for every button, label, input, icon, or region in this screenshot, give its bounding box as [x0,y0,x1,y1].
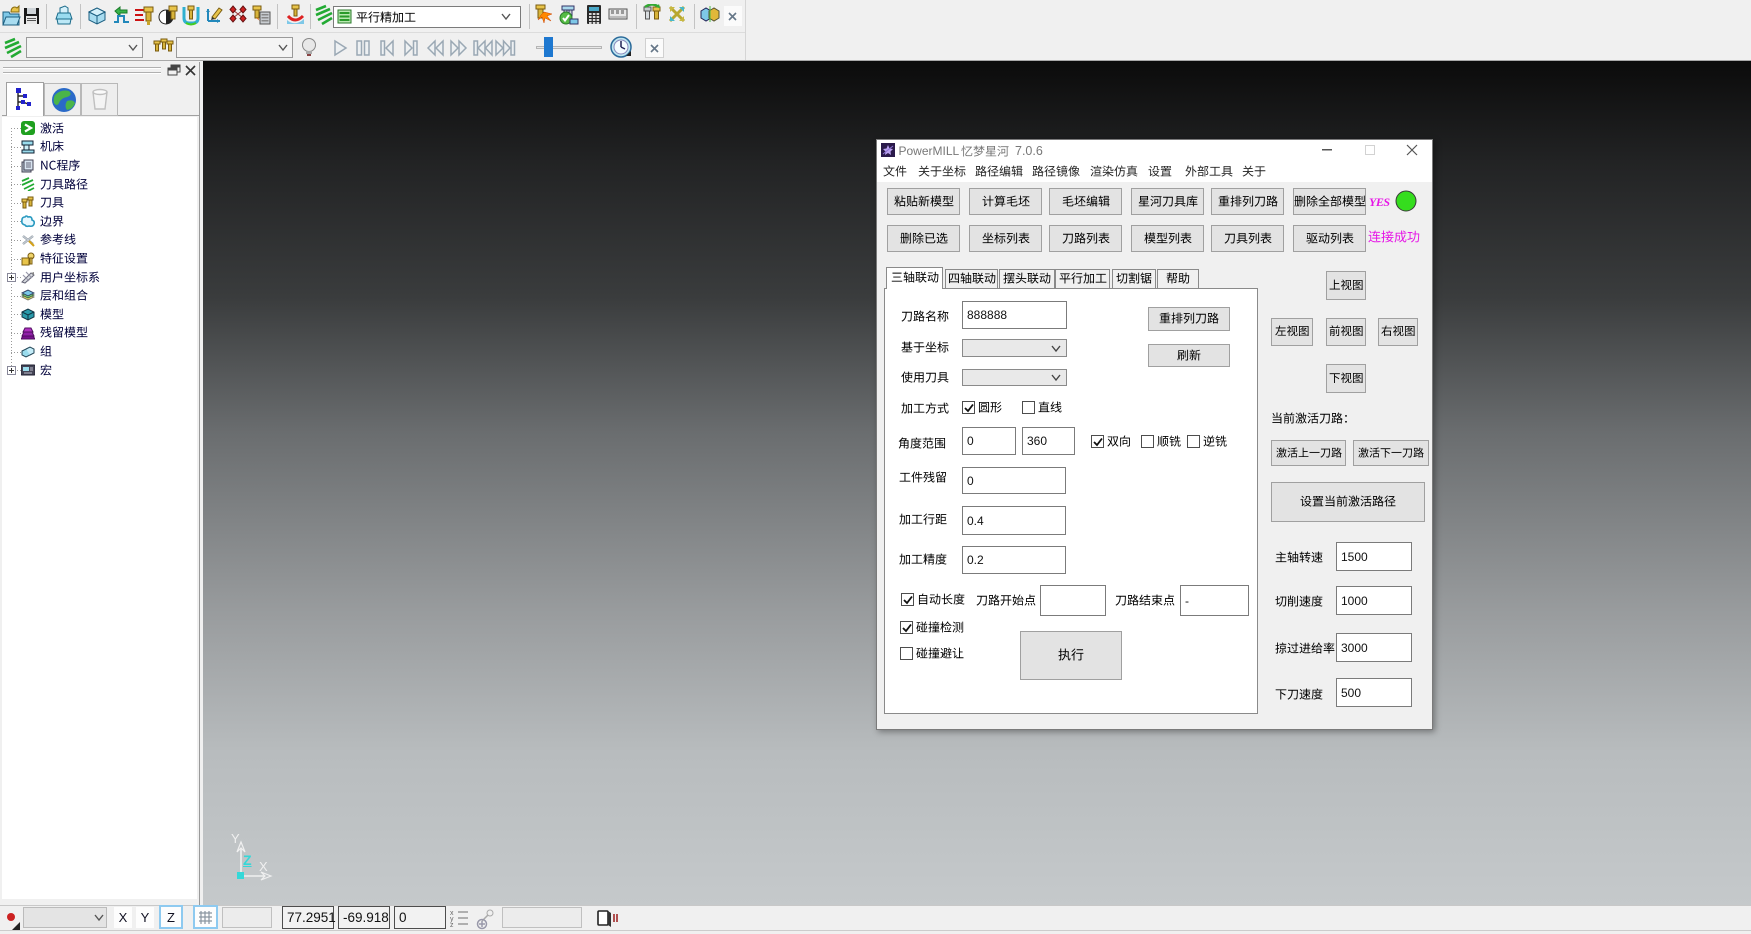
svg-text:z: z [450,922,454,928]
